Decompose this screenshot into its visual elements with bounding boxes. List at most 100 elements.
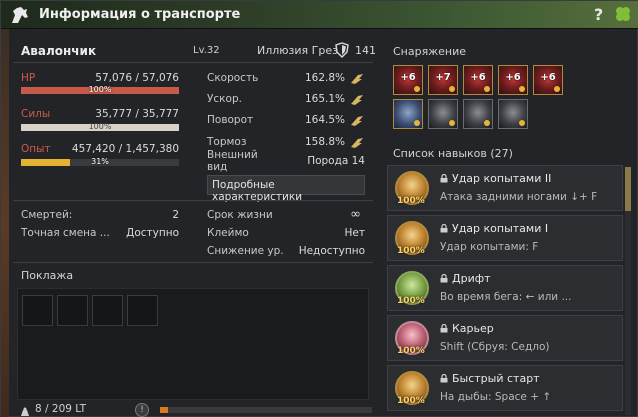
- gear-slot[interactable]: [463, 99, 493, 129]
- hp-bar: 100%: [21, 85, 179, 94]
- brand-label: Клеймо: [207, 227, 249, 239]
- exp-label: Опыт: [21, 143, 51, 155]
- cargo-slot[interactable]: [57, 295, 88, 326]
- attr-label-accel: Ускор.: [207, 93, 242, 105]
- skill-mastery: 100%: [397, 246, 425, 256]
- attr-label-speed: Скорость: [207, 72, 259, 84]
- wing-icon: [351, 138, 363, 148]
- gear-slot[interactable]: [393, 99, 423, 129]
- wing-icon: [351, 95, 363, 105]
- gear-grade-icon: [449, 86, 455, 92]
- gear-grade-icon: [519, 120, 525, 126]
- skill-name: Удар копытами I: [452, 222, 549, 235]
- attr-value-accel: 165.1%: [304, 93, 345, 105]
- skill-item[interactable]: 100% Удар копытами II Атака задними ногами…: [387, 165, 623, 211]
- lock-icon: [440, 374, 448, 383]
- horse-level: Lv.32: [193, 45, 220, 56]
- appearance-value: Порода 14: [307, 155, 365, 167]
- skill-name: Удар копытами II: [452, 172, 552, 185]
- appearance-label: Внешний: [207, 149, 258, 161]
- stamina-value: 35,777 / 35,777: [95, 108, 179, 120]
- attr-value-turn: 164.5%: [304, 114, 345, 126]
- cargo-title: Поклажа: [21, 269, 74, 282]
- brand-value: Нет: [344, 227, 365, 239]
- cargo-slot[interactable]: [22, 295, 53, 326]
- cargo-inventory: [17, 288, 369, 400]
- detailed-stats-button[interactable]: Подробные характеристики: [207, 175, 365, 203]
- skill-item[interactable]: 100% Быстрый старт На дыбы: Space + ↑: [387, 365, 623, 411]
- cargo-slot[interactable]: [92, 295, 123, 326]
- gear-slot[interactable]: +7: [428, 65, 458, 95]
- cargo-weight: 8 / 209 LT: [35, 403, 87, 415]
- skill-description: Атака задними ногами ↓+ F: [440, 191, 598, 203]
- gear-enhance-level: +6: [470, 72, 486, 83]
- lock-icon: [440, 324, 448, 333]
- horse-stats-panel: Авалончик Lv.32 Иллюзия Грез 141 HP 57,0…: [13, 35, 376, 417]
- gear-grade-icon: [484, 120, 490, 126]
- hp-label: HP: [21, 72, 36, 84]
- scrollbar-thumb[interactable]: [625, 167, 631, 211]
- skill-item[interactable]: 100% Удар копытами I Удар копытами: F: [387, 215, 623, 261]
- skill-name: Карьер: [452, 322, 494, 335]
- gear-slot[interactable]: +6: [533, 65, 563, 95]
- skill-description: На дыбы: Space + ↑: [440, 391, 552, 403]
- gear-slot[interactable]: [428, 99, 458, 129]
- gear-slot[interactable]: +6: [393, 65, 423, 95]
- deaths-value: 2: [172, 209, 179, 221]
- lifespan-label: Срок жизни: [207, 209, 273, 221]
- attr-label-brake: Тормоз: [207, 136, 247, 148]
- gear-grade-icon: [554, 86, 560, 92]
- stamina-percent: 100%: [88, 122, 112, 131]
- cargo-weight-bar: [160, 407, 372, 413]
- level-drop-value: Недоступно: [298, 245, 365, 257]
- wing-icon: [351, 74, 363, 84]
- illusion-label: Иллюзия Грез: [257, 44, 338, 57]
- gear-grade-icon: [414, 86, 420, 92]
- clover-icon[interactable]: [614, 5, 632, 23]
- skill-name: Быстрый старт: [452, 372, 540, 385]
- gear-slot[interactable]: +6: [498, 65, 528, 95]
- help-icon[interactable]: ?: [594, 5, 603, 24]
- cargo-weight-fill: [160, 407, 169, 413]
- window-left-edge: [1, 29, 9, 417]
- horse-logo-icon: [12, 7, 28, 23]
- gear-enhance-level: +6: [540, 72, 556, 83]
- weight-info-icon[interactable]: !: [135, 403, 149, 417]
- divider: [13, 262, 373, 263]
- skill-description: Удар копытами: F: [440, 241, 539, 253]
- divider: [13, 200, 373, 201]
- window-title: Информация о транспорте: [39, 7, 241, 22]
- gear-grade-icon: [484, 86, 490, 92]
- deaths-label: Смертей:: [21, 209, 73, 221]
- skills-list: 100% Удар копытами II Атака задними ногами…: [387, 165, 623, 417]
- gear-title: Снаряжение: [393, 45, 466, 58]
- gear-enhance-level: +7: [435, 72, 451, 83]
- divider: [13, 62, 373, 63]
- gear-slot[interactable]: [498, 99, 528, 129]
- gear-grade-icon: [414, 120, 420, 126]
- cargo-slot[interactable]: [127, 295, 158, 326]
- skill-name: Дрифт: [452, 272, 491, 285]
- level-drop-label: Снижение ур.: [207, 245, 284, 257]
- appearance-label-2: вид: [207, 161, 228, 173]
- skill-item[interactable]: 100% Карьер Shift (Сбруя: Седло): [387, 315, 623, 361]
- skill-mastery: 100%: [397, 196, 425, 206]
- illusion-value: 141: [355, 44, 376, 57]
- weight-icon: [21, 407, 29, 416]
- exp-percent: 31%: [91, 157, 109, 166]
- skill-description: Во время бега: ← или ...: [440, 291, 572, 303]
- stamina-label: Силы: [21, 108, 51, 120]
- skills-scrollbar[interactable]: [625, 167, 631, 415]
- title-bar[interactable]: Информация о транспорте ?: [1, 1, 638, 29]
- wing-icon: [351, 116, 363, 126]
- gear-grade-icon: [449, 120, 455, 126]
- lock-icon: [440, 274, 448, 283]
- lifespan-value: ∞: [350, 207, 361, 222]
- lock-icon: [440, 174, 448, 183]
- attr-value-brake: 158.8%: [304, 136, 345, 148]
- skills-title: Список навыков (27): [393, 147, 513, 160]
- gear-enhance-level: +6: [505, 72, 521, 83]
- skill-description: Shift (Сбруя: Седло): [440, 341, 550, 353]
- skill-item[interactable]: 100% Дрифт Во время бега: ← или ...: [387, 265, 623, 311]
- gear-slot[interactable]: +6: [463, 65, 493, 95]
